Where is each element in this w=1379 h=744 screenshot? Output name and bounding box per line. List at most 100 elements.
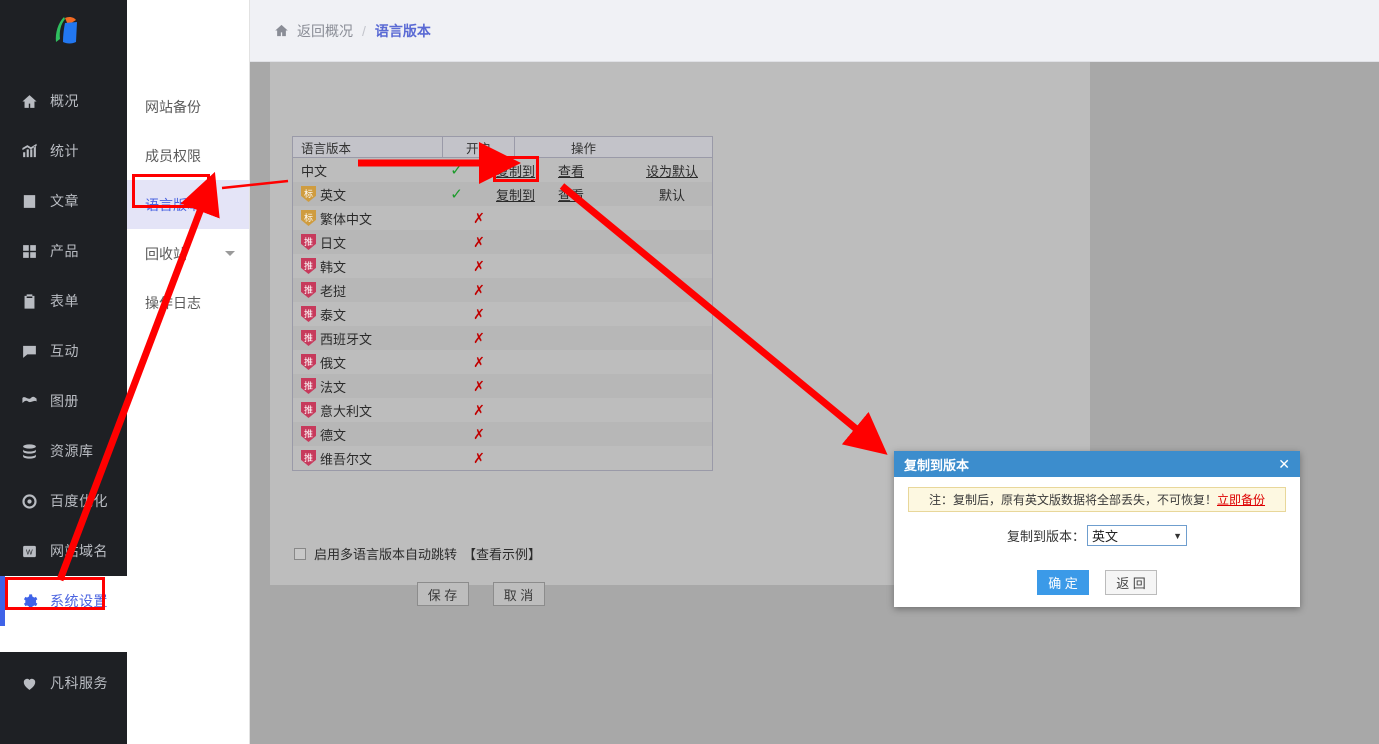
sidebar-item-label: 产品 [50, 243, 79, 259]
cell-enabled: ✗ [443, 354, 515, 371]
cell-enabled: ✓ [425, 161, 488, 179]
cancel-button[interactable]: 取 消 [492, 582, 545, 606]
cell-enabled: ✗ [443, 282, 515, 299]
form-buttons: 保 存 取 消 [270, 582, 691, 606]
enabled-check-icon: ✓ [450, 186, 463, 203]
app-logo[interactable] [0, 0, 127, 62]
language-name: 繁体中文 [320, 211, 373, 227]
sidebar-item-fkw-service[interactable]: 凡科服务 [0, 652, 127, 714]
badge-recommended-icon: 推 [301, 234, 316, 250]
sidebar-item-overview[interactable]: 概况 [0, 76, 127, 126]
breadcrumb-back[interactable]: 返回概况 [297, 21, 353, 41]
table-body: 中文 ✓ 复制到 查看 设为默认标英文 ✓ 复制到 查看 默认标繁体中文 ✗ 推日文 ✗ 推韩文 ✗ 推老挝… [293, 158, 712, 470]
badge-recommended-icon: 推 [301, 282, 316, 298]
subnav-item-member-permissions[interactable]: 成员权限 [127, 131, 249, 180]
home-icon [275, 24, 288, 37]
badge-recommended-icon: 推 [301, 258, 316, 274]
cell-language: 推日文 [293, 233, 443, 252]
baidu-icon [18, 490, 40, 512]
domain-w-icon: W [18, 540, 40, 562]
svg-text:W: W [25, 548, 32, 556]
target-version-label: 复制到版本： [1006, 529, 1085, 544]
disabled-cross-icon: ✗ [473, 329, 485, 346]
sidebar-item-products[interactable]: 产品 [0, 226, 127, 276]
sidebar-item-album[interactable]: 图册 [0, 376, 127, 426]
subnav-item-operation-log[interactable]: 操作日志 [127, 278, 249, 327]
cell-language: 推意大利文 [293, 401, 443, 420]
badge-recommended-icon: 推 [301, 402, 316, 418]
auto-redirect-checkbox[interactable] [294, 547, 306, 560]
view-example-link[interactable]: 【查看示例】 [463, 544, 541, 563]
table-row: 推日文 ✗ [293, 230, 712, 254]
note-text: 注：复制后，原有英文版数据将全部丢失，不可恢复！ [928, 493, 1217, 507]
chart-icon [18, 140, 40, 162]
confirm-button[interactable]: 确 定 [1037, 570, 1089, 595]
sidebar-item-system-settings[interactable]: 系统设置 [0, 576, 127, 626]
badge-recommended-icon: 推 [301, 450, 316, 466]
copy-to-link[interactable]: 复制到 [496, 185, 552, 204]
badge-standard-icon: 标 [301, 210, 316, 226]
sidebar-item-domain[interactable]: W 网站域名 [0, 526, 127, 576]
back-button[interactable]: 返 回 [1105, 570, 1157, 595]
cell-enabled: ✗ [443, 210, 515, 227]
language-name: 老挝 [320, 283, 347, 299]
sidebar-item-statistics[interactable]: 统计 [0, 126, 127, 176]
language-name: 泰文 [320, 307, 347, 323]
subnav-item-language-version[interactable]: 语言版本 [127, 180, 249, 229]
cell-language: 推俄文 [293, 353, 443, 372]
cell-language: 中文 [293, 161, 425, 180]
sidebar-item-label: 百度优化 [50, 493, 108, 509]
cell-language: 推德文 [293, 425, 443, 444]
save-button[interactable]: 保 存 [416, 582, 469, 606]
sidebar-item-forms[interactable]: 表单 [0, 276, 127, 326]
badge-recommended-icon: 推 [301, 378, 316, 394]
target-version-select[interactable]: 英文 ▼ [1087, 525, 1187, 546]
view-link[interactable]: 查看 [558, 185, 608, 204]
view-link[interactable]: 查看 [558, 161, 608, 180]
chevron-down-icon[interactable] [225, 251, 235, 256]
table-row: 推德文 ✗ [293, 422, 712, 446]
copy-to-link[interactable]: 复制到 [496, 161, 552, 180]
cell-enabled: ✓ [425, 185, 488, 203]
disabled-cross-icon: ✗ [473, 377, 485, 394]
clipboard-icon [18, 290, 40, 312]
sidebar-item-label: 表单 [50, 293, 79, 309]
cell-language: 推韩文 [293, 257, 443, 276]
main-area: 返回概况 / 语言版本 语言版本 开启 操作 中文 ✓ 复制到 查看 设为默认标英文 ✓ 复… [250, 0, 1379, 744]
language-name: 韩文 [320, 259, 347, 275]
select-value: 英文 [1092, 529, 1119, 544]
disabled-cross-icon: ✗ [473, 305, 485, 322]
cell-language: 推老挝 [293, 281, 443, 300]
badge-standard-icon: 标 [301, 186, 316, 202]
sidebar-item-baidu-seo[interactable]: 百度优化 [0, 476, 127, 526]
subnav-item-website-backup[interactable]: 网站备份 [127, 82, 249, 131]
badge-recommended-icon: 推 [301, 426, 316, 442]
copy-to-version-dialog: 复制到版本 ✕ 注：复制后，原有英文版数据将全部丢失，不可恢复！ 立即备份 复制到… [894, 451, 1300, 607]
header-actions: 操作 [570, 141, 596, 156]
sidebar-nav: 概况 统计 文章 产品 表单 互动 图册 资源库 百度优化 W 网站域名 [0, 62, 127, 576]
subnav-label: 操作日志 [145, 294, 201, 311]
backup-now-link[interactable]: 立即备份 [1217, 491, 1265, 508]
disabled-cross-icon: ✗ [473, 425, 485, 442]
cell-enabled: ✗ [443, 306, 515, 323]
set-default-link[interactable]: 设为默认 [632, 161, 712, 180]
sidebar-item-label: 图册 [50, 393, 79, 409]
language-name: 维吾尔文 [320, 451, 373, 467]
close-icon[interactable]: ✕ [1278, 456, 1290, 473]
table-row: 推意大利文 ✗ [293, 398, 712, 422]
chevron-down-icon: ▼ [1173, 530, 1182, 541]
language-name: 英文 [320, 187, 347, 203]
sidebar-item-interaction[interactable]: 互动 [0, 326, 127, 376]
sidebar-item-articles[interactable]: 文章 [0, 176, 127, 226]
table-row: 标繁体中文 ✗ [293, 206, 712, 230]
sidebar-item-resources[interactable]: 资源库 [0, 426, 127, 476]
subnav-item-recycle-bin[interactable]: 回收站 [127, 229, 249, 278]
table-row: 推老挝 ✗ [293, 278, 712, 302]
badge-recommended-icon: 推 [301, 330, 316, 346]
badge-recommended-icon: 推 [301, 306, 316, 322]
sidebar-bottom-section: 凡科服务 [0, 652, 127, 714]
header-enabled: 开启 [443, 137, 515, 157]
cell-language: 推泰文 [293, 305, 443, 324]
language-name: 德文 [320, 427, 347, 443]
gear-icon [18, 590, 40, 612]
